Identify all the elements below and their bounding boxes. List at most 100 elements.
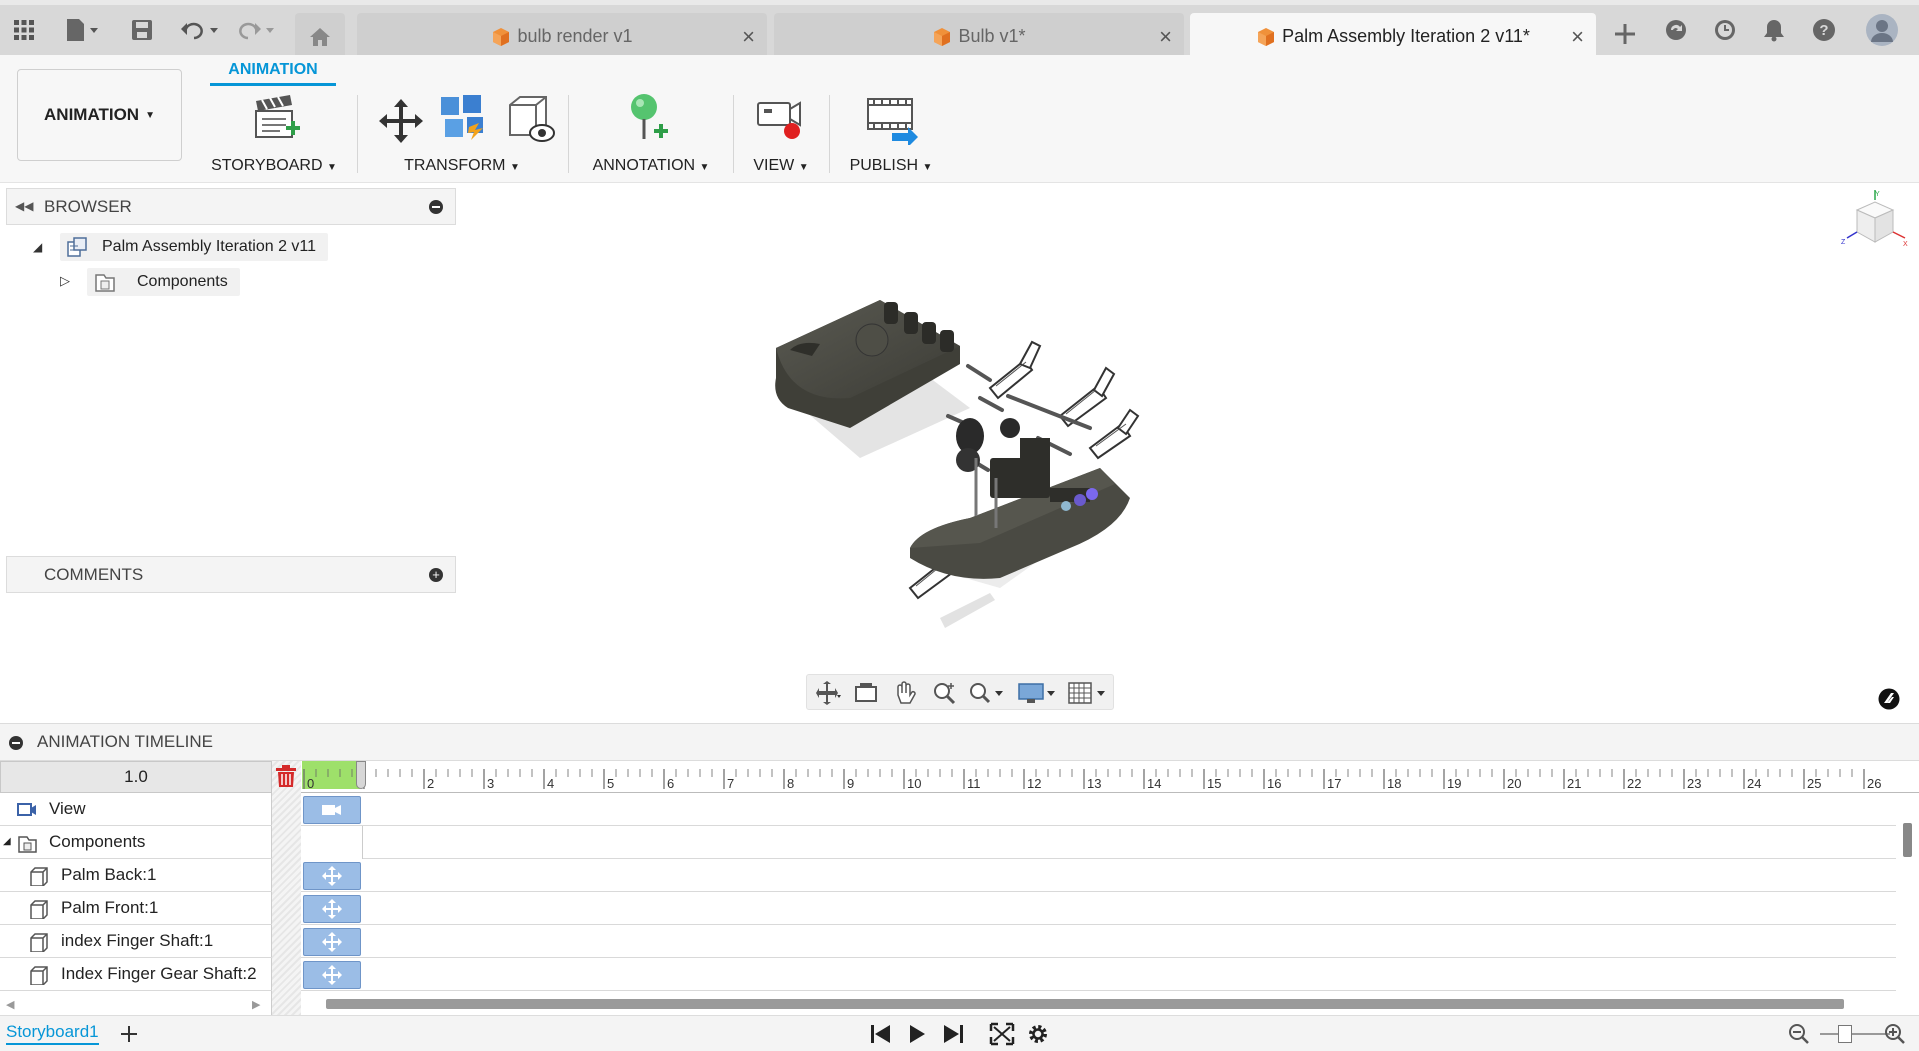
annotation-group[interactable]: ANNOTATION ▼	[580, 93, 722, 183]
help-icon[interactable]: ?	[1810, 15, 1838, 45]
transform-keyframe[interactable]	[303, 895, 361, 923]
timeline-track[interactable]	[301, 826, 1896, 859]
workspace-switcher-button[interactable]: ANIMATION ▼	[17, 69, 182, 161]
delete-trash-icon[interactable]	[275, 764, 297, 788]
publish-group[interactable]: PUBLISH ▼	[838, 93, 944, 183]
comments-panel-header[interactable]: COMMENTS +	[6, 556, 456, 593]
notification-bell-icon[interactable]	[1760, 15, 1788, 45]
zoom-out-icon[interactable]	[1786, 1022, 1812, 1046]
close-icon[interactable]: ×	[742, 24, 755, 50]
timeline-row-text: View	[49, 799, 86, 818]
close-icon[interactable]: ×	[1571, 24, 1584, 50]
timeline-row-text: Palm Back:1	[61, 865, 157, 884]
view-group[interactable]: VIEW ▼	[740, 93, 822, 183]
collapse-panel-icon[interactable]: ◀◀	[15, 189, 33, 224]
close-icon[interactable]: ×	[1159, 24, 1172, 50]
storyboard-group[interactable]: STORYBOARD ▼	[206, 93, 342, 183]
timeline-row-label[interactable]: index Finger Shaft:1	[0, 925, 272, 958]
timeline-row-text: Palm Front:1	[61, 898, 159, 917]
tab-bulb[interactable]: Bulb v1* ×	[774, 13, 1184, 60]
ruler-tick-label: 11	[967, 776, 981, 791]
tree-expanded-caret-icon[interactable]: ◢	[3, 826, 11, 858]
browser-root-node[interactable]: Palm Assembly Iteration 2 v11	[60, 233, 329, 261]
play-icon[interactable]	[904, 1022, 930, 1046]
timeline-row-label[interactable]: View	[0, 793, 272, 826]
transform-keyframe[interactable]	[303, 862, 361, 890]
skip-to-start-icon[interactable]	[868, 1022, 894, 1046]
move-keyframe-icon	[322, 866, 342, 886]
timeline-row-label[interactable]: Palm Back:1	[0, 859, 272, 892]
view-keyframe[interactable]	[303, 796, 361, 824]
timeline-row-text: Components	[49, 832, 146, 851]
animation-timeline-header[interactable]: ANIMATION TIMELINE	[0, 723, 1919, 761]
components-label: Components	[137, 273, 228, 290]
tab-palm-assembly[interactable]: Palm Assembly Iteration 2 v11* ×	[1190, 13, 1596, 60]
ruler-tick-label: 15	[1207, 776, 1221, 791]
timeline-zoom-slider[interactable]	[1820, 1025, 1890, 1043]
design-cube-icon	[934, 27, 951, 46]
scroll-left-icon[interactable]: ◀	[6, 998, 14, 1011]
zoom-icon[interactable]	[931, 681, 959, 705]
timeline-row-text: index Finger Shaft:1	[61, 931, 214, 950]
job-status-clock-icon[interactable]	[1711, 15, 1739, 45]
add-comment-icon[interactable]: +	[429, 568, 443, 582]
timeline-track[interactable]	[301, 892, 1896, 925]
skip-to-end-icon[interactable]	[940, 1022, 966, 1046]
tab-animation[interactable]: ANIMATION	[210, 60, 336, 86]
timeline-track[interactable]	[301, 793, 1896, 826]
exploded-palm-assembly-model[interactable]	[770, 288, 1190, 648]
zoom-in-icon[interactable]	[1882, 1022, 1908, 1046]
zoom-slider-thumb[interactable]	[1838, 1025, 1852, 1043]
app-grid-icon[interactable]	[10, 15, 38, 45]
orbit-icon[interactable]	[813, 681, 841, 705]
ruler-tick-label: 23	[1687, 776, 1701, 791]
transform-keyframe[interactable]	[303, 961, 361, 989]
timeline-row-label[interactable]: Palm Front:1	[0, 892, 272, 925]
file-menu-icon[interactable]	[62, 15, 102, 45]
undo-icon[interactable]	[178, 15, 222, 45]
playhead-handle[interactable]	[356, 761, 366, 789]
fit-zoom-window-icon[interactable]	[967, 681, 1003, 705]
tree-collapsed-caret-icon[interactable]: ▷	[60, 273, 70, 289]
tree-expanded-caret-icon[interactable]: ◢	[33, 240, 42, 254]
avatar[interactable]	[1864, 12, 1900, 48]
tab-bulb-render[interactable]: bulb render v1 ×	[357, 13, 767, 60]
save-icon[interactable]	[128, 15, 156, 45]
timeline-horizontal-scrollbar[interactable]	[326, 999, 1844, 1009]
redo-icon[interactable]	[234, 15, 278, 45]
timeline-track[interactable]	[301, 958, 1896, 991]
fit-timeline-icon[interactable]	[989, 1022, 1015, 1046]
transform-group[interactable]: TRANSFORM ▼	[364, 93, 560, 183]
assembly-icon	[67, 237, 87, 257]
playback-speed[interactable]: 1.0	[0, 761, 272, 793]
browser-components-node[interactable]: Components	[87, 268, 240, 296]
transform-keyframe[interactable]	[303, 928, 361, 956]
minimize-panel-icon[interactable]	[429, 200, 443, 214]
scroll-right-icon[interactable]: ▶	[252, 998, 260, 1011]
display-settings-icon[interactable]	[1017, 681, 1057, 705]
viewcube[interactable]: Y X Z	[1837, 188, 1913, 264]
timeline-track[interactable]	[301, 859, 1896, 892]
add-storyboard-icon[interactable]	[120, 1025, 138, 1043]
timeline-ruler[interactable]: 0 2 3 4 5 6 7 8 9 10 11 12 13 14 15 16 17 18 19 20 21 22 23 24 2…	[301, 761, 1919, 793]
home-tab[interactable]	[295, 13, 345, 60]
tab-label: Bulb v1*	[958, 26, 1026, 46]
grid-settings-icon[interactable]	[1067, 681, 1107, 705]
look-at-icon[interactable]	[853, 681, 881, 705]
model-canvas[interactable]: ◀◀ BROWSER ◢ Palm Assembly Iteration 2 v…	[0, 183, 1919, 723]
home-icon	[310, 27, 330, 46]
tab-storyboard1[interactable]: Storyboard1	[6, 1022, 99, 1045]
timeline-row-label[interactable]: ◢ Components	[0, 826, 272, 859]
settings-gear-icon[interactable]	[1025, 1022, 1051, 1046]
new-tab-plus-icon[interactable]	[1612, 19, 1638, 49]
timeline-vertical-scrollbar[interactable]	[1903, 823, 1912, 857]
ribbon-divider	[733, 95, 734, 173]
timeline-row-label[interactable]: Index Finger Gear Shaft:2	[0, 958, 272, 991]
browser-panel-header[interactable]: ◀◀ BROWSER	[6, 188, 456, 225]
pan-hand-icon[interactable]	[891, 681, 919, 705]
timeline-track[interactable]	[301, 925, 1896, 958]
ruler-tick-label: 25	[1807, 776, 1821, 791]
minimize-timeline-icon[interactable]	[9, 736, 23, 750]
sync-icon[interactable]	[1662, 15, 1690, 45]
timeline-row-text: Index Finger Gear Shaft:2	[61, 964, 257, 983]
